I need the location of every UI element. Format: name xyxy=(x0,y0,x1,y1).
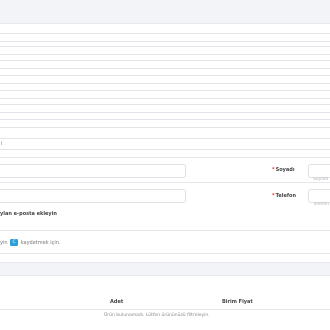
form-row-5[interactable] xyxy=(0,90,330,99)
column-header-unit-price: Birim Fiyat xyxy=(222,299,253,305)
form-row-2[interactable] xyxy=(0,46,330,55)
form-row-7[interactable] xyxy=(0,119,330,128)
form-row-6[interactable] xyxy=(0,104,330,113)
divider xyxy=(0,182,330,183)
name-input[interactable] xyxy=(0,173,185,186)
surname-input[interactable] xyxy=(309,173,330,186)
phone-input[interactable] xyxy=(309,198,330,211)
save-hint: yin C kaydetmek için. xyxy=(0,239,60,246)
save-hint-suffix: kaydetmek için. xyxy=(20,240,61,246)
required-star: * xyxy=(272,167,275,173)
divider xyxy=(0,253,330,254)
add-email-link[interactable]: ylan e-posta ekleyin xyxy=(0,211,57,217)
phone-label-text: Telefon xyxy=(275,193,297,199)
address-text: i xyxy=(1,141,3,147)
divider xyxy=(0,230,330,231)
divider xyxy=(0,157,330,158)
required-star: * xyxy=(272,193,275,199)
empty-table-message: Ürün bulunamadı. Lütfen ürününüzü filtre… xyxy=(104,313,210,318)
form-row-3[interactable] xyxy=(0,60,330,69)
email-input[interactable] xyxy=(0,198,185,211)
form-row-4[interactable] xyxy=(0,75,330,84)
column-header-quantity: Adet xyxy=(110,299,124,305)
save-hint-prefix: yin xyxy=(0,240,8,246)
phone-label: *Telefon xyxy=(272,193,296,199)
email-field[interactable] xyxy=(0,189,186,211)
name-field[interactable] xyxy=(0,164,186,186)
section-band xyxy=(0,262,330,276)
address-field[interactable]: i xyxy=(0,138,330,150)
surname-label-text: Soyadı xyxy=(275,167,295,173)
phone-field[interactable] xyxy=(308,189,330,211)
table-header-divider xyxy=(0,309,330,310)
surname-label: *Soyadı xyxy=(272,167,295,173)
surname-field[interactable] xyxy=(308,164,330,186)
form-row-1[interactable] xyxy=(0,33,330,42)
top-toolbar xyxy=(0,0,330,24)
save-key-badge: C xyxy=(10,239,19,246)
